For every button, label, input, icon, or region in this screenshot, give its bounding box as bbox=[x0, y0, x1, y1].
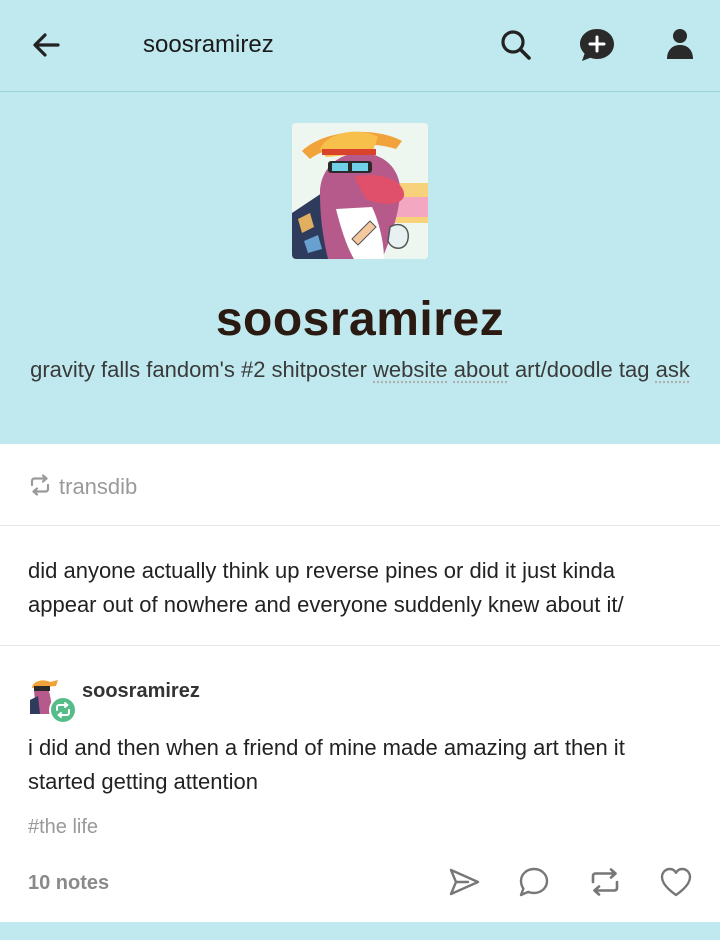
topbar-title: soosramirez bbox=[143, 31, 274, 58]
top-bar: soosramirez bbox=[0, 0, 720, 92]
post-tag[interactable]: #the life bbox=[28, 816, 98, 839]
description-word: about bbox=[453, 357, 509, 382]
reblog-header: transdib bbox=[0, 444, 720, 526]
back-arrow-icon bbox=[33, 33, 60, 57]
description-word: website bbox=[373, 357, 448, 382]
like-button[interactable] bbox=[658, 864, 694, 900]
comment-icon bbox=[519, 867, 549, 897]
reply-button[interactable] bbox=[516, 864, 552, 900]
search-icon bbox=[501, 30, 531, 60]
reblog-badge-icon bbox=[56, 702, 70, 718]
reblog-icon bbox=[591, 868, 619, 896]
blog-name: soosramirez bbox=[215, 293, 505, 346]
new-message-icon bbox=[580, 29, 614, 61]
divider bbox=[0, 645, 720, 646]
reblog-badge bbox=[49, 696, 77, 724]
bottom-strip bbox=[0, 922, 720, 940]
blog-description: gravity falls fandom's #2 shitposter web… bbox=[30, 354, 690, 385]
heart-icon bbox=[660, 867, 692, 897]
description-text: art/doodle tag bbox=[508, 357, 656, 382]
post-question: did anyone actually think up reverse pin… bbox=[28, 558, 624, 617]
post-card: transdib did anyone actually think up re… bbox=[0, 444, 720, 922]
back-button[interactable] bbox=[28, 25, 68, 65]
account-icon bbox=[667, 29, 693, 59]
reblog-source-link[interactable]: transdib bbox=[59, 474, 137, 500]
blog-avatar[interactable] bbox=[292, 123, 428, 259]
blog-header: soosramirez gravity falls fandom's #2 sh… bbox=[0, 92, 720, 444]
share-button[interactable] bbox=[446, 864, 482, 900]
description-text: gravity falls fandom's #2 shitposter bbox=[30, 357, 374, 382]
account-button[interactable] bbox=[660, 25, 700, 65]
reply-text: i did and then when a friend of mine mad… bbox=[28, 735, 625, 794]
send-icon bbox=[449, 868, 480, 896]
reblog-icon bbox=[30, 474, 50, 496]
description-word: ask bbox=[655, 357, 690, 382]
reply-author-link[interactable]: soosramirez bbox=[82, 680, 200, 703]
notes-count[interactable]: 10 notes bbox=[28, 872, 109, 895]
new-message-button[interactable] bbox=[577, 25, 617, 65]
reblog-button[interactable] bbox=[587, 864, 623, 900]
avatar-image bbox=[292, 123, 428, 259]
search-button[interactable] bbox=[496, 25, 536, 65]
